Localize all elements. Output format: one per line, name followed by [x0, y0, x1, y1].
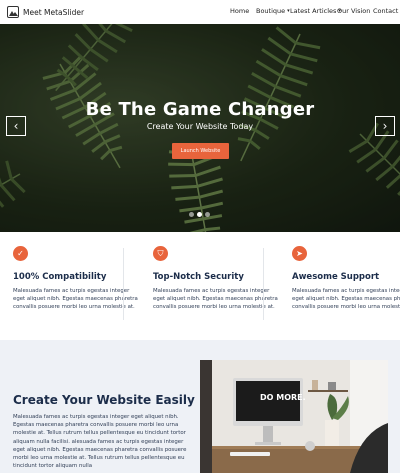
- chevron-right-icon: ›: [382, 119, 388, 133]
- hero-slider: Be The Game Changer Create Your Website …: [0, 24, 400, 232]
- chevron-left-icon: ‹: [13, 119, 19, 133]
- feature-text: Malesuada fames ac turpis egestas intege…: [13, 288, 138, 311]
- nav-item-home[interactable]: Home: [230, 7, 249, 15]
- nav-label: Contact: [373, 7, 399, 15]
- section-title: Create Your Website Easily: [13, 393, 195, 407]
- hero-subtitle: Create Your Website Today: [146, 122, 254, 131]
- monitor-screen-text: DO MORE.: [260, 393, 306, 402]
- logo-text: Meet MetaSlider: [23, 7, 85, 17]
- workspace-image: DO MORE.: [200, 360, 388, 473]
- paper-plane-icon: ➤: [292, 246, 307, 261]
- divider: [263, 248, 264, 320]
- site-logo[interactable]: Meet MetaSlider: [7, 6, 84, 18]
- slider-next-button[interactable]: ›: [375, 116, 395, 136]
- site-header: Meet MetaSlider Home Boutique ▾ Latest Ar…: [0, 0, 400, 24]
- slider-dot[interactable]: [197, 212, 202, 217]
- launch-website-button[interactable]: Launch Website: [172, 143, 229, 159]
- create-website-section: Create Your Website Easily Malesuada fam…: [0, 340, 400, 473]
- check-icon: ✓: [13, 246, 28, 261]
- nav-item-latest-articles[interactable]: Latest Articles ▾: [290, 7, 341, 15]
- slider-dot[interactable]: [205, 212, 210, 217]
- section-text: Malesuada fames ac turpis egestas intege…: [13, 414, 187, 470]
- nav-label: Boutique: [256, 7, 286, 15]
- nav-item-our-vision[interactable]: Our Vision: [337, 7, 370, 15]
- nav-label: Home: [230, 7, 250, 15]
- nav-label: Our Vision: [337, 7, 371, 15]
- feature-title: 100% Compatibility: [13, 272, 107, 282]
- feature-text: Malesuada fames ac turpis egestas intege…: [292, 288, 400, 311]
- slider-dots: [189, 212, 210, 217]
- shield-icon: ⛉: [153, 246, 168, 261]
- hero-title: Be The Game Changer: [85, 99, 315, 120]
- nav-item-contact[interactable]: Contact: [373, 7, 398, 15]
- slider-dot[interactable]: [189, 212, 194, 217]
- workspace-photo: DO MORE.: [200, 360, 388, 473]
- feature-title: Awesome Support: [292, 272, 380, 282]
- nav-item-boutique[interactable]: Boutique ▾: [256, 7, 290, 15]
- feature-text: Malesuada fames ac turpis egestas intege…: [153, 288, 278, 311]
- features-section: ✓ 100% Compatibility Malesuada fames ac …: [0, 232, 400, 340]
- image-icon: [7, 6, 19, 18]
- feature-title: Top-Notch Security: [153, 272, 244, 282]
- slider-prev-button[interactable]: ‹: [6, 116, 26, 136]
- divider: [123, 248, 124, 320]
- nav-label: Latest Articles: [290, 7, 337, 15]
